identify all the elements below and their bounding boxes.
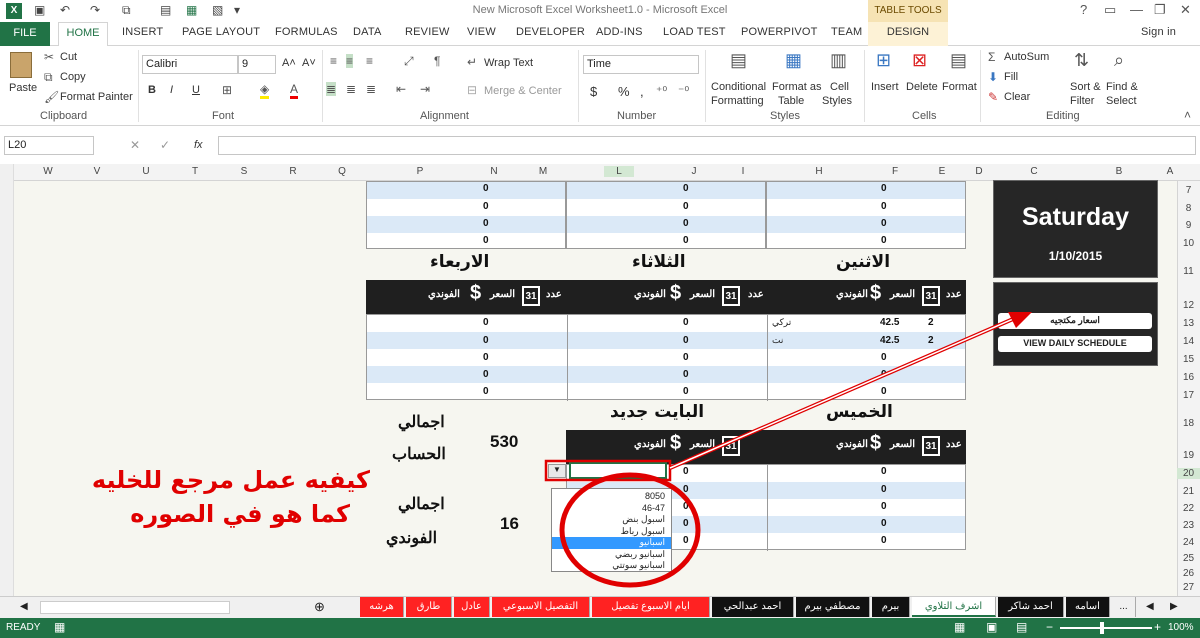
- sheet-tab[interactable]: هرشه: [360, 597, 404, 617]
- annotation-overlay: [544, 312, 1032, 588]
- scroll-left-icon[interactable]: ◀: [20, 601, 28, 612]
- sheet-tab[interactable]: التفصيل الاسبوعي: [492, 597, 590, 617]
- sheet-tab[interactable]: بيرم: [872, 597, 910, 617]
- more-sheets-button[interactable]: ...: [1112, 597, 1136, 617]
- horizontal-scrollbar[interactable]: [40, 601, 230, 614]
- sheet-tab[interactable]: احمد عبدالحي: [712, 597, 794, 617]
- page-break-view-icon[interactable]: ▤: [1016, 620, 1027, 634]
- annotation-text-1: كيفيه عمل مرجع للخليه: [91, 466, 370, 494]
- zoom-slider-thumb[interactable]: [1100, 622, 1104, 634]
- sheet-tab[interactable]: احمد شاكر: [998, 597, 1064, 617]
- zoom-slider[interactable]: [1060, 627, 1152, 629]
- new-sheet-icon[interactable]: ⊕: [314, 599, 325, 615]
- sheet-tabs-bar: ◀ ⊕ هرشه طارق عادل التفصيل الاسبوعي ايام…: [0, 596, 1200, 618]
- annotation-circle: [559, 472, 701, 588]
- zoom-out-button[interactable]: −: [1046, 620, 1053, 634]
- sheet-tab-active[interactable]: اشرف التلاوي: [912, 597, 996, 617]
- page-layout-view-icon[interactable]: ▣: [986, 620, 997, 634]
- annotation-arrow-line-inner: [669, 315, 1021, 469]
- status-bar: READY ▦ ▦ ▣ ▤ − + 100%: [0, 618, 1200, 638]
- sheet-tab[interactable]: ايام الاسبوع تفصيل: [592, 597, 710, 617]
- annotation-text-2: كما هو في الصوره: [130, 500, 350, 528]
- sheet-tab[interactable]: عادل: [454, 597, 490, 617]
- sheet-tab[interactable]: طارق: [406, 597, 452, 617]
- scroll-sheets-right-icon[interactable]: ▶: [1170, 601, 1178, 612]
- status-ready: READY: [6, 622, 41, 633]
- macro-record-icon[interactable]: ▦: [54, 620, 65, 634]
- zoom-in-button[interactable]: +: [1154, 620, 1161, 634]
- zoom-level[interactable]: 100%: [1168, 622, 1194, 633]
- sheet-tab[interactable]: مصطفي بيرم: [796, 597, 870, 617]
- normal-view-icon[interactable]: ▦: [954, 620, 965, 634]
- scroll-sheets-left-icon[interactable]: ◀: [1146, 601, 1154, 612]
- sheet-tab[interactable]: اسامه: [1066, 597, 1110, 617]
